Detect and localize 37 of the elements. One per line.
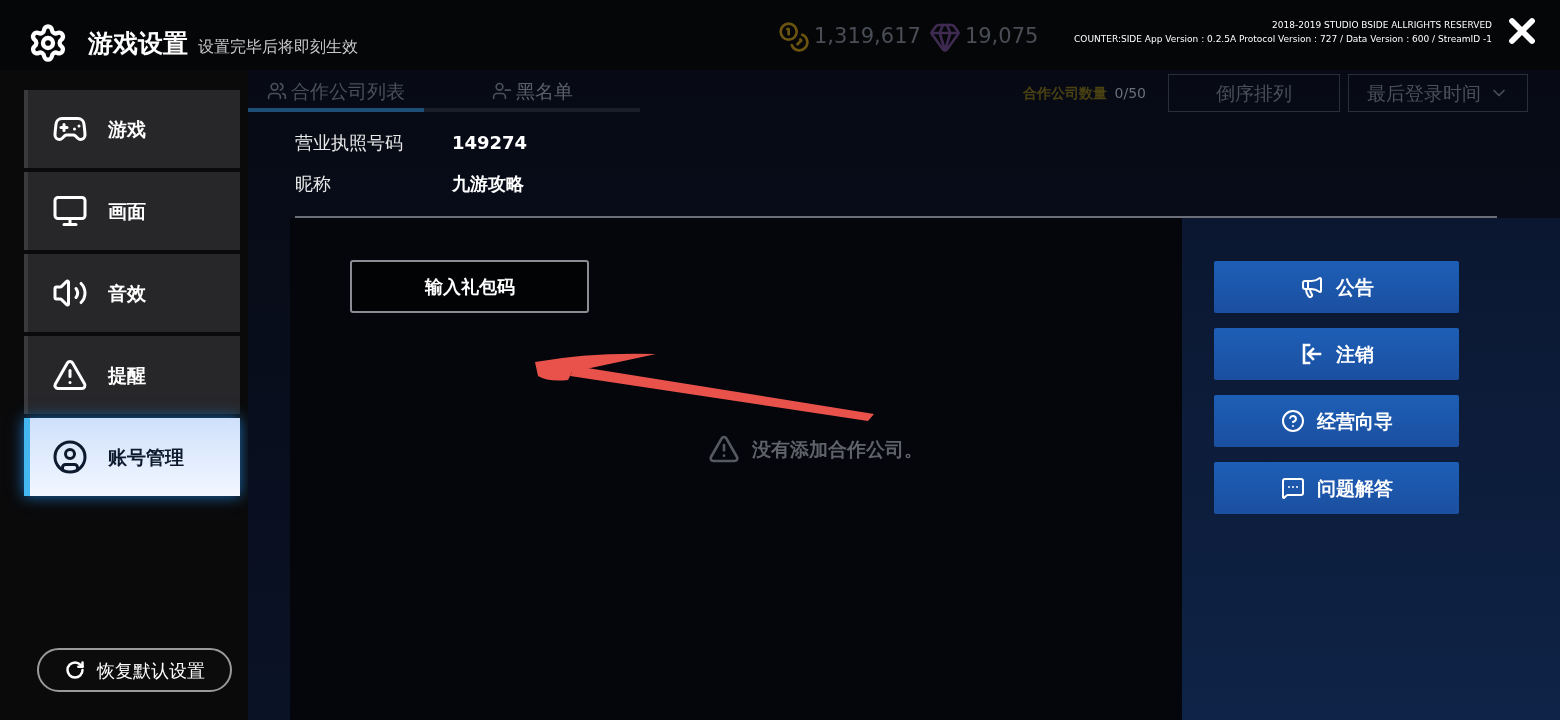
action-button[interactable]: 注销 xyxy=(1214,328,1459,380)
partner-count-label: 合作公司数量 xyxy=(1022,83,1107,103)
gift-code-button[interactable]: 输入礼包码 xyxy=(350,260,589,313)
sidebar-item[interactable]: 提醒 xyxy=(24,336,240,414)
reset-icon xyxy=(64,660,85,680)
gem-icon xyxy=(928,21,961,53)
version-text: COUNTER:SIDE App Version : 0.2.5A Protocol Version : 727 / Data Version : 600 / StreamID -1 xyxy=(1074,33,1492,46)
settings-title: 游戏设置 xyxy=(88,28,188,61)
action-button[interactable]: 问题解答 xyxy=(1214,462,1459,514)
sidebar-item[interactable]: 账号管理 xyxy=(24,418,240,496)
action-button[interactable]: 公告 xyxy=(1214,261,1459,313)
coin-icon xyxy=(778,21,810,53)
copyright-text: 2018-2019 STUDIO BSIDE ALLRIGHTS RESERVED xyxy=(1272,19,1492,32)
sidebar-item[interactable]: 音效 xyxy=(24,254,240,332)
warning-icon xyxy=(52,357,88,393)
action-button[interactable]: 经营向导 xyxy=(1214,395,1459,447)
info-label: 营业执照号码 xyxy=(295,131,404,155)
currency-amount: 19,075 xyxy=(964,23,1039,51)
settings-icon xyxy=(28,23,68,63)
user-minus-icon xyxy=(491,81,512,101)
people-icon xyxy=(267,81,287,101)
currency-amount: 1,319,617 xyxy=(814,23,921,51)
monitor-icon xyxy=(52,193,88,229)
info-label: 昵称 xyxy=(295,172,332,196)
user-icon xyxy=(52,439,88,475)
warning-icon xyxy=(708,433,740,465)
info-value: 九游攻略 xyxy=(452,172,524,196)
partner-count-value: 0/50 xyxy=(1114,83,1146,103)
help-icon xyxy=(1280,409,1305,433)
megaphone-icon xyxy=(1299,275,1324,299)
info-value: 149274 xyxy=(452,131,528,155)
chat-icon xyxy=(1280,476,1305,500)
reset-defaults-button[interactable]: 恢复默认设置 xyxy=(37,648,232,692)
empty-message: 没有添加合作公司。 xyxy=(752,436,923,462)
sidebar-item[interactable]: 画面 xyxy=(24,172,240,250)
sidebar-item[interactable]: 游戏 xyxy=(24,90,240,168)
settings-subtitle: 设置完毕后将即刻生效 xyxy=(198,36,358,58)
